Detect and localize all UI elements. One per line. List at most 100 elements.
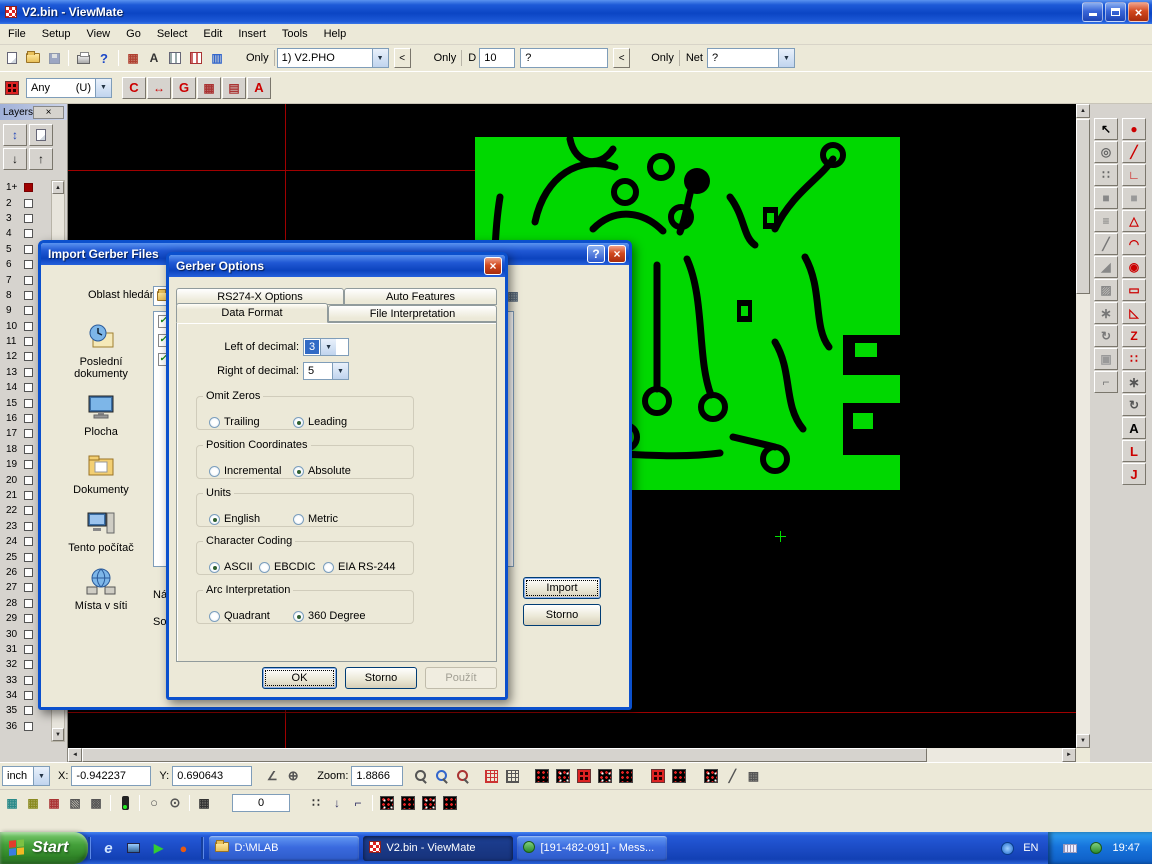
layer-color-swatch[interactable] (24, 183, 33, 192)
browser-icon[interactable]: ● (173, 838, 193, 858)
menu-view[interactable]: View (78, 26, 118, 42)
place-m-sta-v-s-ti[interactable]: Místa v síti (58, 567, 144, 612)
help-icon[interactable]: ? (587, 245, 605, 263)
menu-help[interactable]: Help (316, 26, 355, 42)
pad-pattern-1-icon[interactable] (532, 766, 552, 786)
draw-angle-icon[interactable]: ∟ (1122, 164, 1146, 186)
net-select[interactable]: ? ▼ (707, 48, 795, 68)
pointer-icon[interactable]: ↖ (1094, 118, 1118, 140)
pad-picker-icon[interactable]: ◎ (1094, 141, 1118, 163)
network-activity-icon[interactable] (997, 838, 1017, 858)
cancel-button[interactable]: Storno (523, 604, 601, 626)
layer-color-swatch[interactable] (24, 337, 33, 346)
tab-file-interpretation[interactable]: File Interpretation (328, 305, 497, 322)
traffic-light-icon[interactable] (115, 793, 135, 813)
dcode-value-field[interactable]: 10 (479, 48, 515, 68)
orbit-icon[interactable]: ↻ (1094, 325, 1118, 347)
arc-icon[interactable]: ◠ (1122, 233, 1146, 255)
layer-color-swatch[interactable] (24, 630, 33, 639)
pad-pattern-4-icon[interactable] (595, 766, 615, 786)
layer-color-swatch[interactable] (24, 491, 33, 500)
layer-top-icon[interactable]: ▦ (23, 793, 43, 813)
place-tento-po-ta[interactable]: Tento počítač (58, 509, 144, 554)
menu-go[interactable]: Go (118, 26, 149, 42)
layer-color-swatch[interactable] (24, 276, 33, 285)
scroll-down-icon[interactable]: ▼ (52, 728, 64, 741)
measure-diagonal-icon[interactable]: ∠ (262, 766, 282, 786)
move-layer-down-icon[interactable]: ↓ (3, 148, 27, 170)
dcode-filter-field[interactable]: ? (520, 48, 608, 68)
pad-grid-b-icon[interactable]: ▤ (222, 77, 246, 99)
pad-view-4-icon[interactable] (440, 793, 460, 813)
pad-grid-a-icon[interactable]: ▦ (197, 77, 221, 99)
open-folder-icon[interactable] (23, 48, 43, 68)
hook-icon[interactable]: J (1122, 463, 1146, 485)
horizontal-scroll-thumb[interactable] (82, 748, 927, 762)
layer-color-swatch[interactable] (24, 291, 33, 300)
layer-color-swatch[interactable] (24, 260, 33, 269)
chevron-down-icon[interactable]: ▼ (33, 767, 49, 785)
circle-pad-icon[interactable]: ◉ (1122, 256, 1146, 278)
circle-outline-icon[interactable]: ○ (144, 793, 164, 813)
grid-red-icon[interactable] (481, 766, 501, 786)
zoom-in-icon[interactable] (432, 766, 452, 786)
ie-icon[interactable]: e (98, 838, 118, 858)
close-icon[interactable]: × (484, 257, 502, 275)
layer-row-4[interactable]: 4 (2, 226, 48, 241)
pad-pattern-3-icon[interactable] (574, 766, 594, 786)
layer-color-swatch[interactable] (24, 429, 33, 438)
layer-color-swatch[interactable] (24, 445, 33, 454)
radio-ascii[interactable]: ASCII (209, 561, 253, 573)
grid-value-field[interactable]: 0 (232, 794, 290, 812)
keyboard-icon[interactable] (1060, 838, 1080, 858)
pad-pattern-2-icon[interactable] (553, 766, 573, 786)
radio-360-degree[interactable]: 360 Degree (293, 610, 366, 622)
taskbar-task-191-482-091-mess[interactable]: [191-482-091] - Mess... (517, 836, 667, 861)
pad-pattern-5-icon[interactable] (616, 766, 636, 786)
layer-color-swatch[interactable] (24, 614, 33, 623)
move-layer-up-icon[interactable]: ↑ (29, 148, 53, 170)
y-coordinate-field[interactable]: 0.690643 (172, 766, 252, 786)
layer-color-swatch[interactable] (24, 322, 33, 331)
grid-dark-icon[interactable] (502, 766, 522, 786)
s-bend-icon[interactable]: Z (1122, 325, 1146, 347)
print-icon[interactable] (73, 48, 93, 68)
vertical-scrollbar[interactable]: ▲ ▼ (1076, 104, 1090, 748)
previous-dcode-button[interactable]: < (613, 48, 630, 68)
layer-all-icon[interactable]: ▩ (86, 793, 106, 813)
g-grid-tool-icon[interactable]: G (172, 77, 196, 99)
select-filter-combo[interactable]: Any(U) ▼ (26, 78, 112, 98)
text-a-icon[interactable]: A (1122, 417, 1146, 439)
aperture-list-icon[interactable]: A (144, 48, 164, 68)
ok-button[interactable]: OK (262, 667, 337, 689)
tab-data-format[interactable]: Data Format (176, 303, 328, 323)
rect-outline-icon[interactable]: ▭ (1122, 279, 1146, 301)
stitch-icon[interactable]: ∷ (1122, 348, 1146, 370)
x-coordinate-field[interactable]: -0.942237 (71, 766, 151, 786)
layer-color-swatch[interactable] (24, 214, 33, 223)
dot-matrix-icon[interactable]: ∷ (306, 793, 326, 813)
chevron-down-icon[interactable]: ▼ (372, 49, 388, 67)
select-mode-icon[interactable] (2, 78, 22, 98)
layer-color-swatch[interactable] (24, 476, 33, 485)
language-indicator[interactable]: EN (1023, 842, 1038, 854)
flash-pad-icon[interactable]: ● (1122, 118, 1146, 140)
rotate-icon[interactable]: ↻ (1122, 394, 1146, 416)
tab-auto-features[interactable]: Auto Features (344, 288, 497, 305)
chevron-down-icon[interactable]: ▼ (332, 363, 348, 379)
ramp-icon[interactable]: ◢ (1094, 256, 1118, 278)
chevron-down-icon[interactable]: ▼ (95, 79, 111, 97)
layer-color-swatch[interactable] (24, 691, 33, 700)
layer-sheet-icon[interactable] (29, 124, 53, 146)
radio-eia-rs244[interactable]: EIA RS-244 (323, 561, 395, 573)
taskbar-task-d-mlab[interactable]: D:\MLAB (209, 836, 359, 861)
previous-layer-button[interactable]: < (394, 48, 411, 68)
pad-view-3-icon[interactable] (419, 793, 439, 813)
chevron-down-icon[interactable]: ▼ (320, 339, 336, 355)
net-chart-icon[interactable]: ▥ (207, 48, 227, 68)
h-lines-icon[interactable]: ≡ (1094, 210, 1118, 232)
radio-english[interactable]: English (209, 513, 260, 525)
origin-target-icon[interactable]: ⊕ (283, 766, 303, 786)
layer-color-swatch[interactable] (24, 660, 33, 669)
layer-color-swatch[interactable] (24, 199, 33, 208)
